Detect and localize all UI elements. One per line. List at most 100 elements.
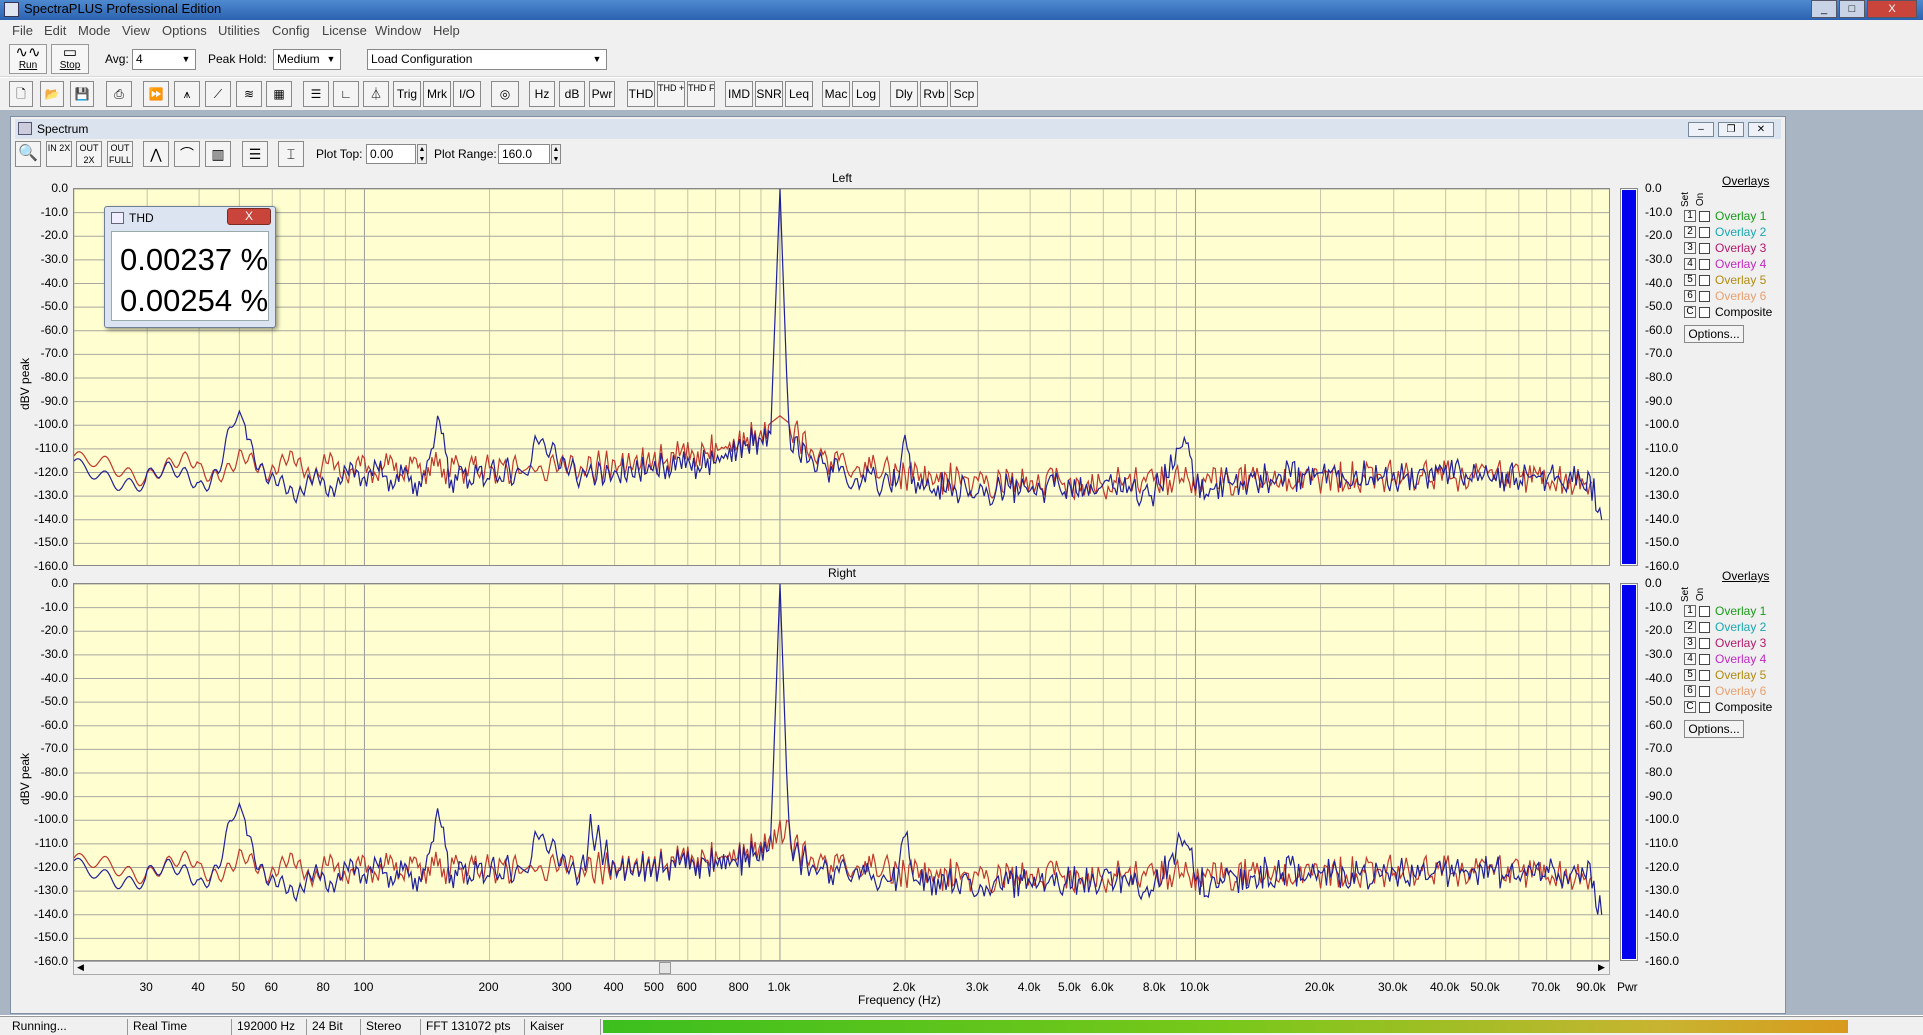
menu-mode[interactable]: Mode [78,23,111,38]
left-overlay-set-button[interactable]: 1 [1684,210,1696,222]
right-overlay-checkbox[interactable] [1699,606,1710,617]
maximize-icon[interactable]: □ [1839,0,1865,18]
trigger-button[interactable]: Trig [393,81,421,107]
left-overlay-checkbox[interactable] [1699,307,1710,318]
thd-n-button[interactable]: THD +N [657,81,685,107]
reverb-button[interactable]: Rvb [920,81,948,107]
scroll-thumb[interactable] [659,962,671,974]
right-options-button[interactable]: Options... [1684,720,1744,738]
menu-license[interactable]: License [322,23,367,38]
left-overlay-checkbox[interactable] [1699,275,1710,286]
scroll-left-icon[interactable]: ◀ [77,962,84,973]
hz-button[interactable]: Hz [529,81,555,107]
minimize-icon[interactable]: _ [1811,0,1837,18]
fast-forward-icon[interactable]: ⏩ [143,81,169,107]
left-overlay-set-button[interactable]: 3 [1684,242,1696,254]
mac-button[interactable]: Mac [822,81,850,107]
peak-icon[interactable]: ⋀ [143,141,169,167]
menu-utilities[interactable]: Utilities [218,23,260,38]
zoom-icon[interactable]: 🔍 [15,141,41,167]
axis-icon[interactable]: ∟ [333,81,359,107]
run-button[interactable]: ∿∿ Run [9,44,47,74]
left-overlay-checkbox[interactable] [1699,243,1710,254]
left-overlay-checkbox[interactable] [1699,211,1710,222]
zoom-full-button[interactable]: OUT FULL [107,141,133,167]
left-overlay-set-button[interactable]: 2 [1684,226,1696,238]
frequency-scrollbar[interactable]: ◀ ▶ [73,961,1610,975]
io-button[interactable]: I/O [453,81,481,107]
left-overlay-set-button[interactable]: C [1684,306,1696,318]
pwr-button[interactable]: Pwr [589,81,615,107]
right-overlay-set-button[interactable]: 5 [1684,669,1696,681]
thd-close-button[interactable]: X [227,208,271,225]
menu-help[interactable]: Help [433,23,460,38]
waterfall-icon[interactable]: ≋ [236,81,262,107]
right-overlay-checkbox[interactable] [1699,638,1710,649]
left-overlay-checkbox[interactable] [1699,259,1710,270]
right-overlay-checkbox[interactable] [1699,654,1710,665]
plot-range-spinner[interactable]: ▲ ▼ [551,144,561,164]
left-overlay-checkbox[interactable] [1699,227,1710,238]
left-overlay-set-button[interactable]: 4 [1684,258,1696,270]
left-spectrum-plot[interactable] [73,188,1610,566]
sine-generator-icon[interactable]: ◎ [491,81,519,107]
open-folder-icon[interactable]: 📂 [40,81,64,107]
delay-button[interactable]: Dly [890,81,918,107]
plot-top-spinner[interactable]: ▲ ▼ [417,144,427,164]
scroll-right-icon[interactable]: ▶ [1598,962,1605,973]
menu-view[interactable]: View [122,23,150,38]
right-overlay-set-button[interactable]: C [1684,701,1696,713]
thd-button[interactable]: THD [627,81,655,107]
left-options-button[interactable]: Options... [1684,325,1744,343]
ramp-icon[interactable]: ⟋ [205,81,231,107]
snr-button[interactable]: SNR [755,81,783,107]
new-file-icon[interactable]: 🗋 [9,81,33,107]
thd-freq-button[interactable]: THD Freq [687,81,715,107]
avg-select[interactable]: 4 ▼ [132,49,196,70]
leq-button[interactable]: Leq [785,81,813,107]
list-icon[interactable]: ☰ [303,81,329,107]
configuration-select[interactable]: Load Configuration ▼ [367,49,607,70]
print-icon[interactable]: ⎙ [106,81,132,107]
child-minimize-icon[interactable]: – [1688,122,1714,137]
thd-window[interactable]: THD X 0.00237 % 0.00254 % [104,206,276,328]
menu-config[interactable]: Config [272,23,310,38]
menu-options[interactable]: Options [162,23,207,38]
filter-icon[interactable]: ⩚ [174,81,200,107]
imd-button[interactable]: IMD [725,81,753,107]
right-overlay-set-button[interactable]: 4 [1684,653,1696,665]
db-button[interactable]: dB [559,81,585,107]
envelope-icon[interactable]: ⌒ [174,141,200,167]
plot-range-input[interactable]: 160.0 [498,144,550,164]
right-spectrum-plot[interactable] [73,583,1610,961]
left-overlay-checkbox[interactable] [1699,291,1710,302]
left-overlay-set-button[interactable]: 5 [1684,274,1696,286]
right-overlay-set-button[interactable]: 6 [1684,685,1696,697]
scope-button[interactable]: Scp [950,81,978,107]
child-restore-icon[interactable]: ❐ [1718,122,1744,137]
right-overlay-checkbox[interactable] [1699,686,1710,697]
spectrogram-icon[interactable]: ▦ [266,81,292,107]
stop-button[interactable]: ▭ Stop [51,44,89,74]
log-button[interactable]: Log [852,81,880,107]
peak-hold-select[interactable]: Medium ▼ [273,49,341,70]
plot-top-input[interactable]: 0.00 [366,144,416,164]
left-overlay-set-button[interactable]: 6 [1684,290,1696,302]
bars-icon[interactable]: ▥ [205,141,231,167]
zoom-out-button[interactable]: OUT 2X [76,141,102,167]
marker-button[interactable]: Mrk [423,81,451,107]
phase-icon[interactable]: ⏃ [363,81,389,107]
save-icon[interactable]: 💾 [70,81,94,107]
right-overlay-set-button[interactable]: 1 [1684,605,1696,617]
cursor-icon[interactable]: ⌶ [278,141,304,167]
display-options-icon[interactable]: ☰ [242,141,268,167]
menu-window[interactable]: Window [375,23,421,38]
right-overlay-checkbox[interactable] [1699,702,1710,713]
zoom-in-button[interactable]: IN 2X [46,141,72,167]
close-icon[interactable]: X [1867,0,1917,18]
child-close-icon[interactable]: ✕ [1748,122,1774,137]
right-overlay-checkbox[interactable] [1699,622,1710,633]
right-overlay-set-button[interactable]: 3 [1684,637,1696,649]
right-overlay-set-button[interactable]: 2 [1684,621,1696,633]
menu-file[interactable]: File [12,23,33,38]
